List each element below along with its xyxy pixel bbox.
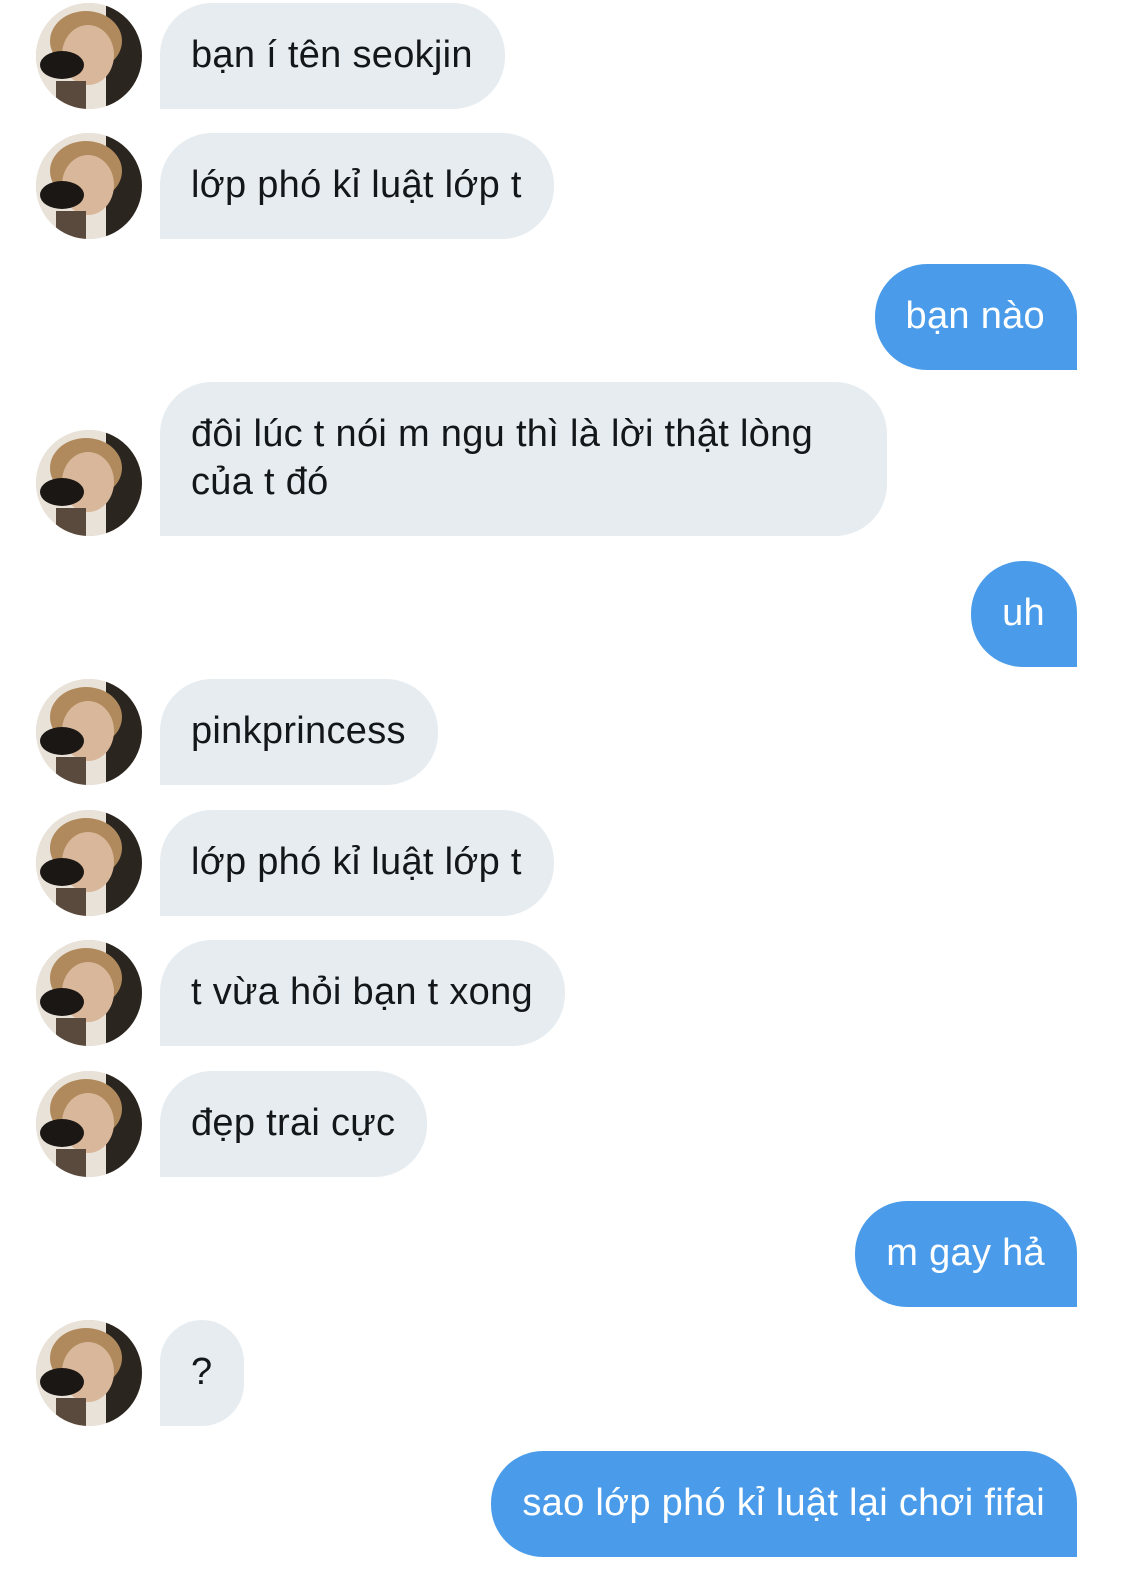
received-message-bubble[interactable]: t vừa hỏi bạn t xong [160,940,565,1046]
contact-avatar[interactable] [36,1320,142,1426]
sent-message-bubble[interactable]: sao lớp phó kỉ luật lại chơi fifai [491,1451,1077,1557]
conversation-thread: bạn í tên seokjin lớp phó kỉ luật lớp t … [0,0,1125,1585]
contact-avatar[interactable] [36,133,142,239]
received-message-bubble[interactable]: lớp phó kỉ luật lớp t [160,133,554,239]
sent-message-bubble[interactable]: bạn nào [874,264,1077,370]
contact-avatar[interactable] [36,679,142,785]
contact-avatar[interactable] [36,1071,142,1177]
avatar-photo-icon [36,1071,142,1177]
received-message-bubble[interactable]: lớp phó kỉ luật lớp t [160,810,554,916]
received-message-bubble[interactable]: đôi lúc t nói m ngu thì là lời thật lòng… [160,382,887,536]
avatar-photo-icon [36,430,142,536]
contact-avatar[interactable] [36,810,142,916]
avatar-photo-icon [36,3,142,109]
avatar-photo-icon [36,1320,142,1426]
received-message-bubble[interactable]: pinkprincess [160,679,438,785]
received-message-bubble[interactable]: đẹp trai cực [160,1071,428,1177]
avatar-photo-icon [36,679,142,785]
avatar-photo-icon [36,133,142,239]
received-message-bubble[interactable]: ? [160,1320,245,1426]
sent-message-bubble[interactable]: m gay hả [855,1201,1077,1307]
contact-avatar[interactable] [36,3,142,109]
contact-avatar[interactable] [36,940,142,1046]
avatar-photo-icon [36,810,142,916]
received-message-bubble[interactable]: bạn í tên seokjin [160,3,505,109]
contact-avatar[interactable] [36,430,142,536]
avatar-photo-icon [36,940,142,1046]
sent-message-bubble[interactable]: uh [971,561,1077,667]
